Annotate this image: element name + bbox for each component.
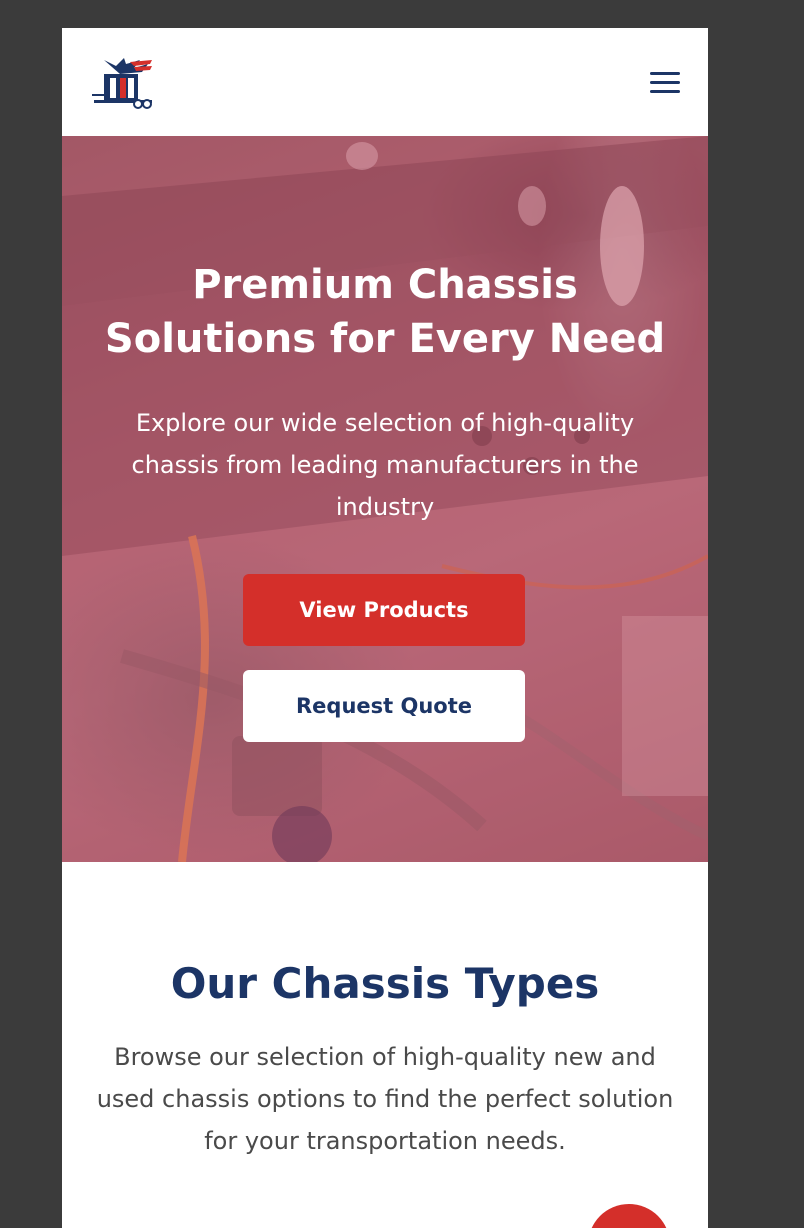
mobile-viewport: Premium Chassis Solutions for Every Need… [62, 28, 708, 1228]
floating-action-button[interactable] [588, 1204, 670, 1228]
request-quote-button[interactable]: Request Quote [243, 670, 525, 742]
site-header [62, 28, 708, 136]
eagle-chassis-logo-icon [92, 58, 152, 109]
hamburger-menu-button[interactable] [648, 70, 680, 96]
hero-subtitle: Explore our wide selection of high-quali… [131, 409, 639, 521]
hamburger-menu-icon-bar [650, 81, 680, 84]
hamburger-menu-icon-bar [650, 90, 680, 93]
hero-section: Premium Chassis Solutions for Every Need… [62, 136, 708, 862]
site-logo[interactable] [90, 56, 154, 110]
view-products-button[interactable]: View Products [243, 574, 525, 646]
hamburger-menu-icon [650, 72, 680, 75]
section-title: Our Chassis Types [170, 959, 600, 1008]
hero-title: Premium Chassis Solutions for Every Need [104, 262, 666, 362]
section-description: Browse our selection of high-quality new… [96, 1043, 674, 1155]
